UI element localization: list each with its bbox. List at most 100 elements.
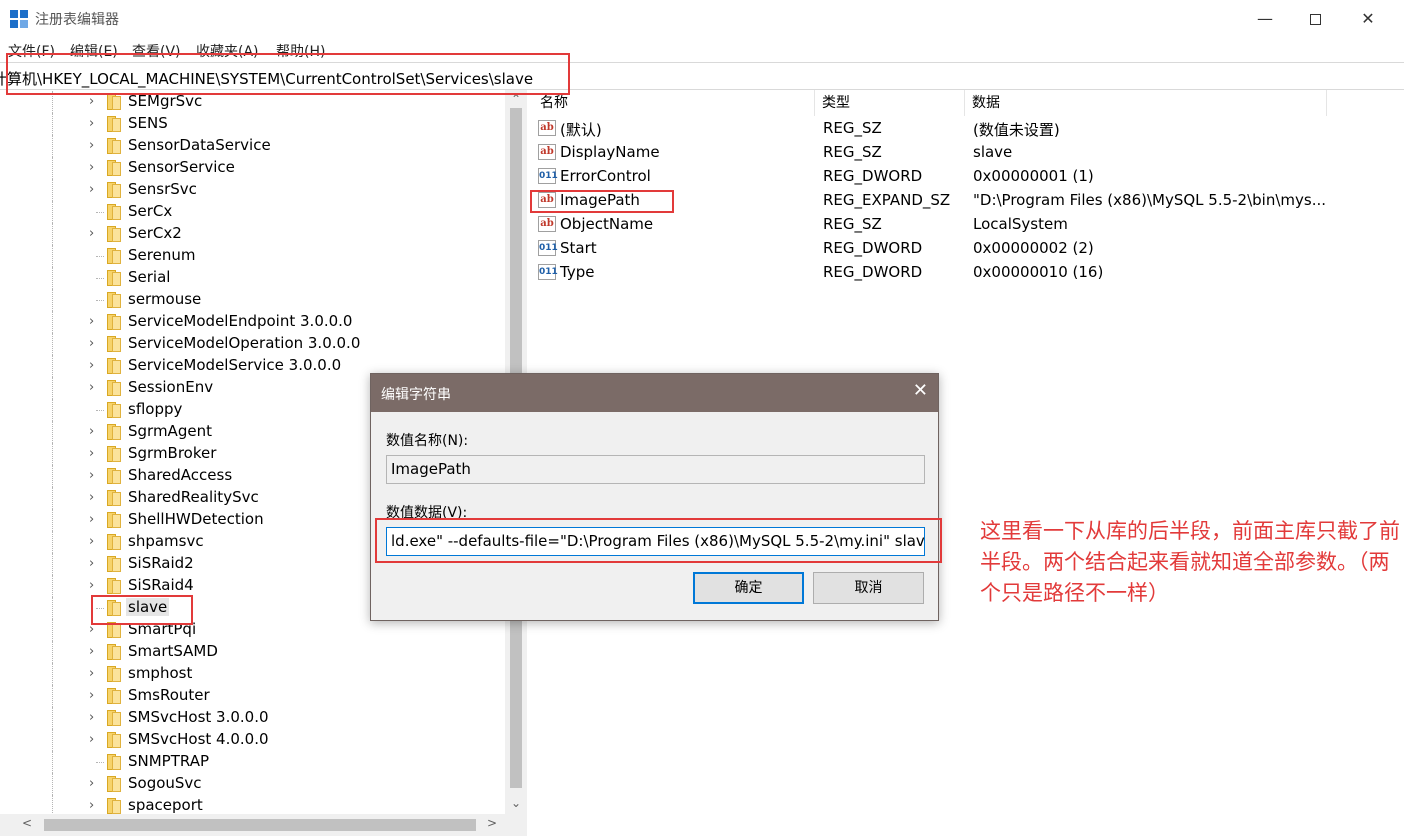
binary-value-icon: 011 bbox=[538, 264, 558, 280]
chevron-right-icon[interactable]: › bbox=[89, 644, 94, 659]
folder-icon bbox=[107, 446, 121, 462]
tree-guide-line bbox=[52, 729, 53, 751]
scroll-right-arrow-icon[interactable]: > bbox=[487, 816, 497, 830]
value-name: Start bbox=[560, 239, 597, 257]
folder-icon bbox=[107, 556, 121, 572]
tree-guide-line bbox=[52, 685, 53, 707]
value-data: (数值未设置) bbox=[973, 121, 1060, 139]
chevron-right-icon[interactable]: › bbox=[89, 688, 94, 703]
tree-item-label: SENS bbox=[128, 114, 168, 132]
chevron-right-icon[interactable]: › bbox=[89, 534, 94, 549]
value-row[interactable]: 011 ErrorControl REG_DWORD 0x00000001 (1) bbox=[533, 165, 1404, 189]
tree-item-label: ShellHWDetection bbox=[128, 510, 264, 528]
tree-connector-line bbox=[96, 762, 104, 763]
tree-guide-line bbox=[52, 135, 53, 157]
string-value-icon: ab bbox=[538, 120, 556, 136]
value-row[interactable]: ab DisplayName REG_SZ slave bbox=[533, 141, 1404, 165]
annotation-note: 这里看一下从库的后半段，前面主库只截了前半段。两个结合起来看就知道全部参数。（两… bbox=[980, 519, 1400, 605]
folder-icon bbox=[107, 776, 121, 792]
ok-button[interactable]: 确定 bbox=[693, 572, 804, 604]
tree-item[interactable]: › smphost bbox=[0, 663, 505, 685]
folder-icon bbox=[107, 292, 121, 308]
column-header-type[interactable]: 类型 bbox=[815, 90, 965, 116]
tree-item[interactable]: › SmsRouter bbox=[0, 685, 505, 707]
tree-item-label: ServiceModelService 3.0.0.0 bbox=[128, 356, 342, 374]
tree-item[interactable]: › SMSvcHost 3.0.0.0 bbox=[0, 707, 505, 729]
value-row[interactable]: 011 Start REG_DWORD 0x00000002 (2) bbox=[533, 237, 1404, 261]
tree-item-label: ServiceModelOperation 3.0.0.0 bbox=[128, 334, 361, 352]
tree-item-label: SensrSvc bbox=[128, 180, 197, 198]
tree-item[interactable]: › SensrSvc bbox=[0, 179, 505, 201]
column-header-data[interactable]: 数据 bbox=[965, 90, 1327, 116]
chevron-right-icon[interactable]: › bbox=[89, 336, 94, 351]
chevron-right-icon[interactable]: › bbox=[89, 94, 94, 109]
tree-guide-line bbox=[52, 245, 53, 267]
value-name: ErrorControl bbox=[560, 167, 651, 185]
value-row[interactable]: ab ObjectName REG_SZ LocalSystem bbox=[533, 213, 1404, 237]
chevron-right-icon[interactable]: › bbox=[89, 160, 94, 175]
tree-item[interactable]: sermouse bbox=[0, 289, 505, 311]
chevron-right-icon[interactable]: › bbox=[89, 798, 94, 813]
dialog-close-icon[interactable]: ✕ bbox=[913, 380, 928, 401]
registry-app-icon bbox=[10, 10, 28, 28]
chevron-right-icon[interactable]: › bbox=[89, 358, 94, 373]
tree-item[interactable]: › ServiceModelEndpoint 3.0.0.0 bbox=[0, 311, 505, 333]
tree-item[interactable]: › SogouSvc bbox=[0, 773, 505, 795]
chevron-right-icon[interactable]: › bbox=[89, 556, 94, 571]
tree-item[interactable]: › SmartSAMD bbox=[0, 641, 505, 663]
value-name: ObjectName bbox=[560, 215, 654, 233]
chevron-right-icon[interactable]: › bbox=[89, 182, 94, 197]
tree-horizontal-scrollbar[interactable]: < > bbox=[0, 814, 505, 836]
tree-item[interactable]: › SENS bbox=[0, 113, 505, 135]
title-bar: 注册表编辑器 — ✕ bbox=[0, 0, 1404, 38]
tree-item-label: SensorService bbox=[128, 158, 235, 176]
tree-item[interactable]: › SensorService bbox=[0, 157, 505, 179]
chevron-right-icon[interactable]: › bbox=[89, 490, 94, 505]
minimize-button[interactable]: — bbox=[1242, 0, 1288, 38]
column-header-name[interactable]: 名称 bbox=[533, 90, 815, 116]
chevron-right-icon[interactable]: › bbox=[89, 226, 94, 241]
tree-item[interactable]: SNMPTRAP bbox=[0, 751, 505, 773]
tree-guide-line bbox=[52, 179, 53, 201]
chevron-right-icon[interactable]: › bbox=[89, 468, 94, 483]
chevron-right-icon[interactable]: › bbox=[89, 578, 94, 593]
scrollbar-corner bbox=[505, 814, 527, 836]
folder-icon bbox=[107, 644, 121, 660]
horizontal-scroll-thumb[interactable] bbox=[44, 819, 476, 831]
folder-icon bbox=[107, 710, 121, 726]
tree-item[interactable]: › SMSvcHost 4.0.0.0 bbox=[0, 729, 505, 751]
tree-item[interactable]: Serial bbox=[0, 267, 505, 289]
chevron-right-icon[interactable]: › bbox=[89, 116, 94, 131]
tree-guide-line bbox=[52, 641, 53, 663]
dialog-title-bar: 编辑字符串 ✕ bbox=[371, 374, 938, 412]
chevron-right-icon[interactable]: › bbox=[89, 710, 94, 725]
chevron-right-icon[interactable]: › bbox=[89, 666, 94, 681]
chevron-right-icon[interactable]: › bbox=[89, 446, 94, 461]
tree-item-label: SNMPTRAP bbox=[128, 752, 210, 770]
close-button[interactable]: ✕ bbox=[1345, 0, 1391, 38]
scroll-down-arrow-icon[interactable]: ⌄ bbox=[505, 796, 527, 810]
chevron-right-icon[interactable]: › bbox=[89, 380, 94, 395]
cancel-button[interactable]: 取消 bbox=[813, 572, 924, 604]
maximize-button[interactable] bbox=[1292, 0, 1338, 38]
chevron-right-icon[interactable]: › bbox=[89, 776, 94, 791]
tree-item[interactable]: › ServiceModelOperation 3.0.0.0 bbox=[0, 333, 505, 355]
chevron-right-icon[interactable]: › bbox=[89, 424, 94, 439]
string-value-icon: ab bbox=[538, 144, 556, 160]
value-row[interactable]: ab (默认) REG_SZ (数值未设置) bbox=[533, 117, 1404, 141]
chevron-right-icon[interactable]: › bbox=[89, 732, 94, 747]
tree-item[interactable]: SerCx bbox=[0, 201, 505, 223]
tree-item[interactable]: › SerCx2 bbox=[0, 223, 505, 245]
chevron-right-icon[interactable]: › bbox=[89, 138, 94, 153]
tree-item[interactable]: › SensorDataService bbox=[0, 135, 505, 157]
tree-item[interactable]: Serenum bbox=[0, 245, 505, 267]
scroll-left-arrow-icon[interactable]: < bbox=[22, 816, 32, 830]
maximize-icon bbox=[1309, 14, 1321, 25]
tree-guide-line bbox=[52, 311, 53, 333]
chevron-right-icon[interactable]: › bbox=[89, 314, 94, 329]
folder-icon bbox=[107, 534, 121, 550]
value-name-field: ImagePath bbox=[386, 455, 925, 484]
chevron-right-icon[interactable]: › bbox=[89, 512, 94, 527]
value-row[interactable]: 011 Type REG_DWORD 0x00000010 (16) bbox=[533, 261, 1404, 285]
tree-item[interactable]: › SmartPqi bbox=[0, 619, 505, 641]
